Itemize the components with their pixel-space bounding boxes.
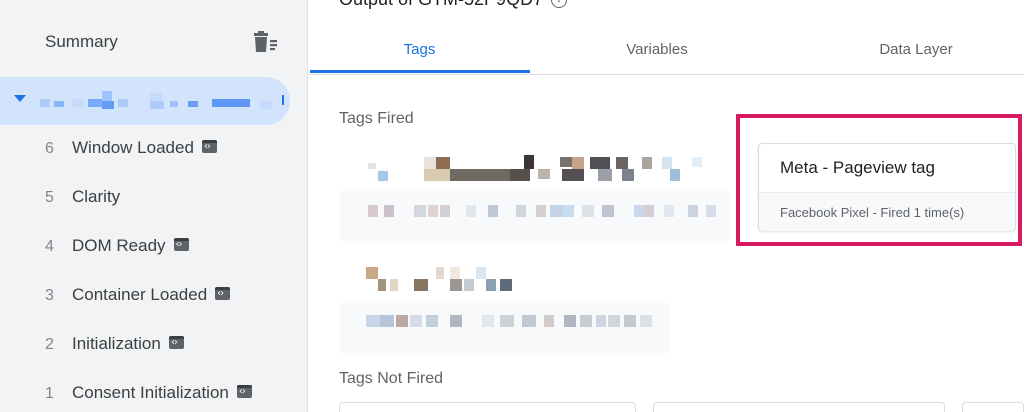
tag-status-bar: Facebook Pixel - Fired 1 time(s): [759, 192, 1015, 231]
event-number: 4: [45, 238, 54, 255]
code-icon: [215, 287, 231, 301]
event-item-selected-redacted[interactable]: [0, 77, 290, 125]
code-icon: [236, 385, 252, 399]
redacted-tag-content: [368, 155, 716, 217]
event-sidebar: Summary 6 Window Loaded‹› 5 Clarity 4 DO…: [0, 0, 308, 412]
event-item-consent-initialization[interactable]: 1 Consent Initialization: [0, 377, 300, 412]
summary-row[interactable]: Summary: [0, 0, 308, 76]
event-number: 5: [45, 189, 54, 206]
event-item-container-loaded[interactable]: 3 Container Loaded: [0, 279, 300, 315]
active-tab-indicator: [310, 70, 530, 73]
event-label: Window Loaded: [72, 138, 217, 158]
tag-card-redacted[interactable]: [340, 255, 670, 353]
event-number: 6: [45, 140, 54, 157]
event-item-window-loaded[interactable]: 6 Window Loaded: [0, 132, 300, 168]
not-fired-tag-card[interactable]: [962, 402, 1024, 412]
not-fired-tag-card[interactable]: [339, 402, 636, 412]
event-label: Consent Initialization: [72, 383, 252, 403]
event-item-clarity[interactable]: 5 Clarity: [0, 181, 300, 217]
clear-all-icon[interactable]: [252, 31, 278, 53]
redacted-event-label: [40, 91, 284, 109]
tag-name: Meta - Pageview tag: [780, 158, 935, 177]
tab-data-layer[interactable]: Data Layer: [806, 26, 1024, 75]
redacted-tag-content: [366, 267, 652, 327]
output-panel: Output of GTM-52P9QD7? Tags Variables Da…: [309, 0, 1024, 412]
expand-caret-icon[interactable]: [14, 95, 26, 102]
help-icon[interactable]: ?: [551, 0, 568, 9]
code-icon: [201, 140, 217, 154]
tab-variables[interactable]: Variables: [547, 26, 767, 75]
tags-fired-heading: Tags Fired: [339, 110, 414, 127]
event-number: 1: [45, 385, 54, 402]
not-fired-tag-card[interactable]: [653, 402, 945, 412]
event-item-dom-ready[interactable]: 4 DOM Ready: [0, 230, 300, 266]
code-icon: [168, 336, 184, 350]
code-icon: [173, 238, 189, 252]
tag-card-meta-pageview[interactable]: Meta - Pageview tag Facebook Pixel - Fir…: [758, 143, 1016, 231]
event-number: 2: [45, 336, 54, 353]
tag-status: Facebook Pixel - Fired 1 time(s): [780, 205, 965, 220]
event-label: DOM Ready: [72, 236, 189, 256]
tags-not-fired-heading: Tags Not Fired: [339, 370, 444, 387]
event-label: Clarity: [72, 187, 121, 206]
summary-label: Summary: [45, 32, 118, 51]
event-label: Container Loaded: [72, 285, 231, 305]
event-number: 3: [45, 287, 54, 304]
event-label: Initialization: [72, 334, 184, 354]
output-title: Output of GTM-52P9QD7?: [339, 0, 568, 10]
tag-card-redacted[interactable]: [340, 143, 730, 241]
tab-bar: Tags Variables Data Layer: [309, 26, 1024, 75]
event-item-initialization[interactable]: 2 Initialization: [0, 328, 300, 364]
tab-tags[interactable]: Tags: [309, 26, 530, 75]
